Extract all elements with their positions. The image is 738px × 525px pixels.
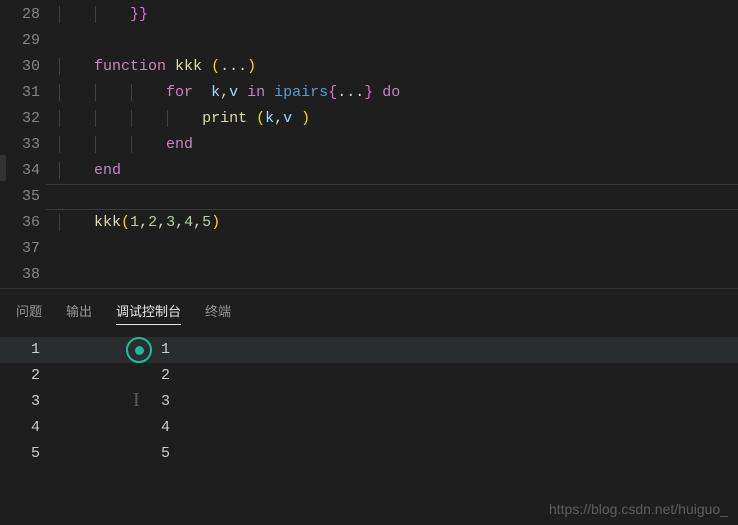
tab-output[interactable]: 输出 bbox=[66, 297, 92, 325]
output-key: 3 bbox=[0, 389, 80, 415]
code-line[interactable]: 31 for k,v in ipairs{...} do bbox=[0, 80, 738, 106]
code-content: end bbox=[58, 158, 738, 184]
code-line[interactable]: 32 print (k,v ) bbox=[0, 106, 738, 132]
tab-problems[interactable]: 问题 bbox=[16, 297, 42, 325]
editor-container: 28 }}2930 function kkk (...)31 for k,v i… bbox=[0, 0, 738, 525]
output-line: 11 bbox=[0, 337, 738, 363]
code-line[interactable]: 29 bbox=[0, 28, 738, 54]
line-number: 31 bbox=[0, 80, 58, 106]
code-content bbox=[58, 28, 738, 54]
line-number: 37 bbox=[0, 236, 58, 262]
line-number: 38 bbox=[0, 262, 58, 288]
output-key: 1 bbox=[0, 337, 80, 363]
code-line[interactable]: 30 function kkk (...) bbox=[0, 54, 738, 80]
breakpoint-indicator-icon bbox=[126, 337, 152, 363]
output-key: 5 bbox=[0, 441, 80, 467]
code-content: function kkk (...) bbox=[58, 54, 738, 80]
code-line[interactable]: 33 end bbox=[0, 132, 738, 158]
output-line: 22 bbox=[0, 363, 738, 389]
output-value: 5 bbox=[80, 441, 170, 467]
output-line: 33I bbox=[0, 389, 738, 415]
output-value: 3 bbox=[80, 389, 170, 415]
line-number: 34 bbox=[0, 158, 58, 184]
line-number: 28 bbox=[0, 2, 58, 28]
output-value: 2 bbox=[80, 363, 170, 389]
tab-terminal[interactable]: 终端 bbox=[205, 297, 231, 325]
code-editor[interactable]: 28 }}2930 function kkk (...)31 for k,v i… bbox=[0, 0, 738, 288]
output-line: 44 bbox=[0, 415, 738, 441]
line-number: 32 bbox=[0, 106, 58, 132]
output-key: 4 bbox=[0, 415, 80, 441]
code-content: for k,v in ipairs{...} do bbox=[58, 80, 738, 106]
line-number: 36 bbox=[0, 210, 58, 236]
panel-tabs: 问题 输出 调试控制台 终端 bbox=[0, 289, 738, 333]
code-content bbox=[58, 262, 738, 288]
line-number: 33 bbox=[0, 132, 58, 158]
debug-console-output[interactable]: 112233I4455 bbox=[0, 333, 738, 525]
code-content: kkk(1,2,3,4,5) bbox=[58, 210, 738, 236]
bottom-panel: 问题 输出 调试控制台 终端 112233I4455 bbox=[0, 288, 738, 525]
code-line[interactable]: 34 end bbox=[0, 158, 738, 184]
code-line[interactable]: 35 bbox=[0, 184, 738, 210]
output-value: 4 bbox=[80, 415, 170, 441]
code-line[interactable]: 37 bbox=[0, 236, 738, 262]
code-content bbox=[58, 184, 738, 210]
code-content: end bbox=[58, 132, 738, 158]
output-value: 1 bbox=[80, 337, 170, 363]
minimap-strip bbox=[0, 155, 6, 181]
output-key: 2 bbox=[0, 363, 80, 389]
output-line: 55 bbox=[0, 441, 738, 467]
code-content: }} bbox=[58, 2, 738, 28]
code-content bbox=[58, 236, 738, 262]
line-number: 30 bbox=[0, 54, 58, 80]
code-line[interactable]: 36 kkk(1,2,3,4,5) bbox=[0, 210, 738, 236]
code-line[interactable]: 28 }} bbox=[0, 2, 738, 28]
tab-debug-console[interactable]: 调试控制台 bbox=[116, 297, 181, 325]
code-line[interactable]: 38 bbox=[0, 262, 738, 288]
line-number: 29 bbox=[0, 28, 58, 54]
text-cursor-icon: I bbox=[133, 387, 140, 413]
code-content: print (k,v ) bbox=[58, 106, 738, 132]
watermark: https://blog.csdn.net/huiguo_ bbox=[549, 501, 728, 517]
